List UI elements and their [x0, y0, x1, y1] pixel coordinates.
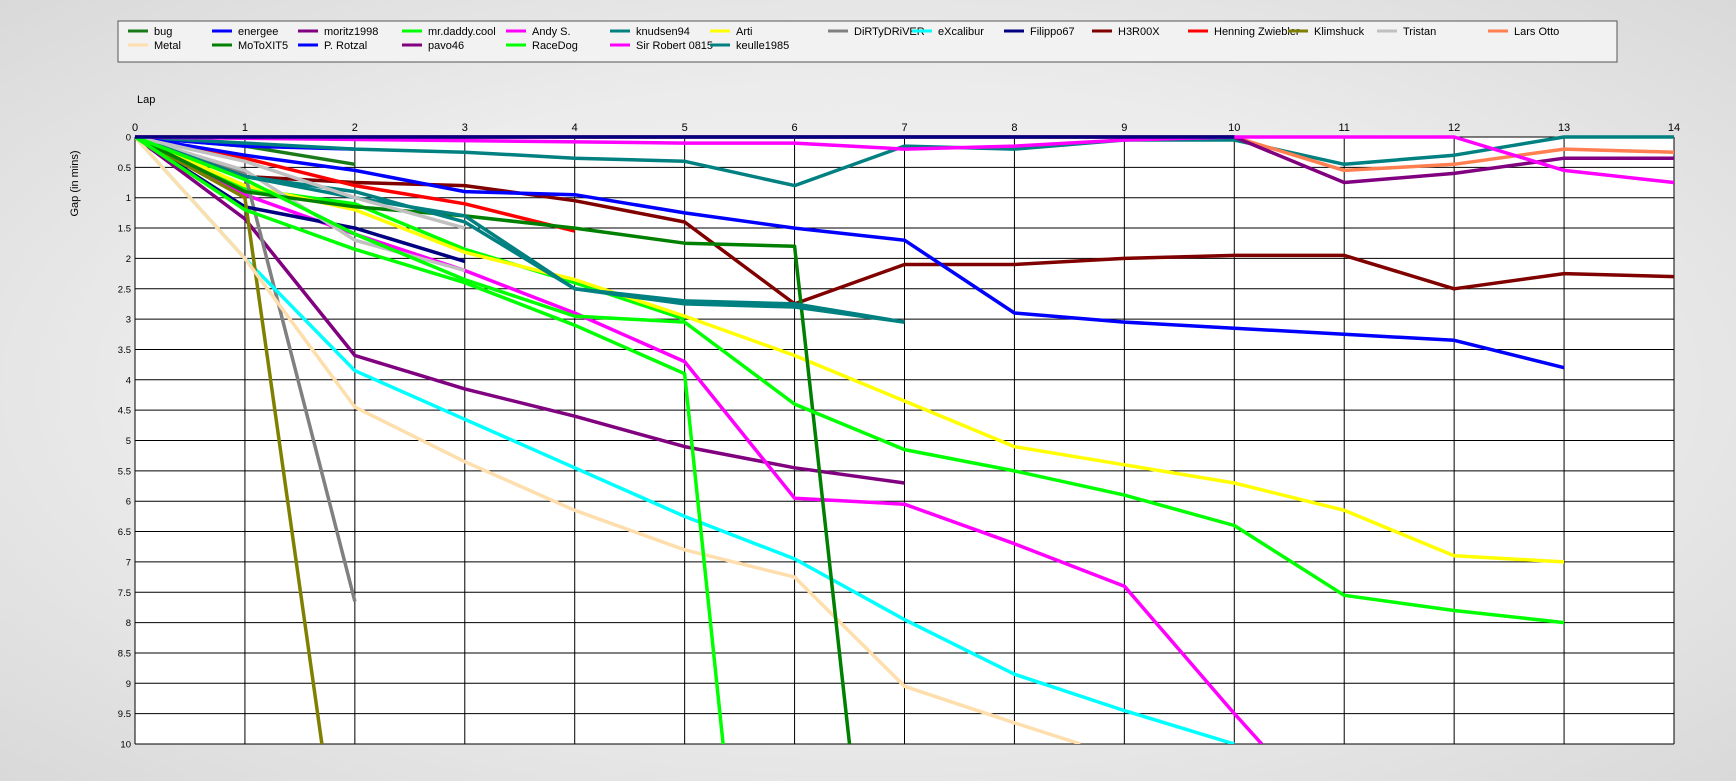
legend-label: mr.daddy.cool	[428, 26, 496, 38]
legend-label: Lars Otto	[1514, 26, 1559, 38]
y-tick-label: 4	[126, 375, 131, 386]
lap-gap-line-chart: 0 1 2 3 4 5 6 7 8 9 10 11 12 13 1400.511.522.533.544.5…	[69, 20, 1680, 751]
legend-label: H3R00X	[1118, 26, 1160, 38]
y-tick-label: 4.5	[118, 406, 131, 417]
y-tick-label: 7	[126, 557, 131, 568]
y-tick-label: 6.5	[118, 527, 131, 538]
x-tick-label: 14	[1668, 122, 1680, 134]
grid-lines	[134, 136, 1675, 745]
y-tick-label: 3	[126, 315, 131, 326]
legend-label: Filippo67	[1030, 26, 1075, 38]
y-tick-label: 6	[126, 497, 131, 508]
x-tick-label: 12	[1448, 122, 1460, 134]
y-tick-label: 7.5	[118, 588, 131, 599]
legend-label: energee	[238, 26, 278, 38]
x-tick-label: 11	[1339, 122, 1350, 134]
legend-label: Arti	[736, 26, 753, 38]
legend-label: pavo46	[428, 40, 464, 52]
x-tick-label: 5	[682, 122, 688, 134]
legend-label: Sir Robert 0815	[636, 40, 713, 52]
chart-root: 0 1 2 3 4 5 6 7 8 9 10 11 12 13 14 0 0.5 1 1.5 2 2.5 3 3.5 4 4.5…	[0, 0, 1736, 776]
x-tick-label: 1	[242, 122, 248, 134]
legend-label: Andy S.	[532, 26, 571, 38]
x-tick-label: 9	[1121, 122, 1127, 134]
y-tick-label: 1.5	[118, 224, 131, 235]
legend-label: Metal	[154, 40, 181, 52]
y-axis-label: Gap (in mins)	[69, 150, 81, 216]
legend-label: Tristan	[1403, 26, 1436, 38]
legend-label: Henning Zwiebler	[1214, 26, 1300, 38]
y-tick-label: 2.5	[118, 284, 131, 295]
y-tick-label: 8	[126, 618, 131, 629]
legend-label: knudsen94	[636, 26, 690, 38]
legend-label: MoToXIT5	[238, 40, 288, 52]
y-tick-label: 9	[126, 679, 131, 690]
y-tick-label: 2	[126, 254, 131, 265]
x-tick-label: 0	[132, 122, 138, 134]
x-tick-label: 7	[901, 122, 907, 134]
legend-label: keulle1985	[736, 40, 789, 52]
y-tick-label: 8.5	[118, 648, 131, 659]
x-tick-label: 6	[792, 122, 798, 134]
x-tick-label: 10	[1228, 122, 1240, 134]
y-tick-label: 9.5	[118, 709, 131, 720]
x-tick-label: 3	[462, 122, 468, 134]
x-tick-label: 13	[1558, 122, 1570, 134]
y-tick-label: 0.5	[118, 163, 131, 174]
legend-label: RaceDog	[532, 40, 578, 52]
x-tick-label: 2	[352, 122, 358, 134]
legend-label: moritz1998	[324, 26, 378, 38]
legend-label: eXcalibur	[938, 26, 984, 38]
legend-label: P. Rotzal	[324, 40, 367, 52]
y-tick-label: 1	[126, 193, 131, 204]
y-tick-label: 5	[126, 436, 131, 447]
y-tick-label: 3.5	[118, 345, 131, 356]
x-tick-label: 8	[1011, 122, 1017, 134]
y-tick-label: 10	[120, 740, 131, 751]
x-axis-label: Lap	[137, 94, 155, 106]
legend-label: bug	[154, 26, 172, 38]
y-tick-label: 0	[126, 133, 131, 144]
x-tick-label: 4	[572, 122, 578, 134]
y-tick-label: 5.5	[118, 466, 131, 477]
legend-label: Klimshuck	[1314, 26, 1365, 38]
